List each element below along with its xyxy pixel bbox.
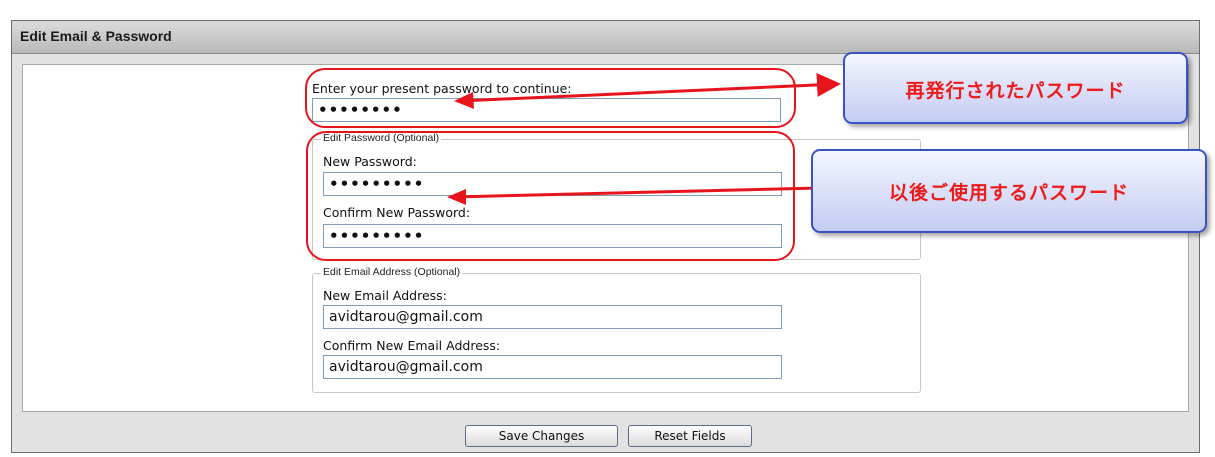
reset-fields-button[interactable]: Reset Fields [628, 425, 752, 447]
panel-title: Edit Email & Password [20, 28, 172, 44]
present-password-label: Enter your present password to continue: [312, 81, 572, 96]
panel-header: Edit Email & Password [12, 21, 1199, 54]
new-password-input[interactable] [323, 172, 782, 196]
confirm-password-label: Confirm New Password: [323, 205, 471, 220]
callout-future-text: 以後ご使用するパスワード [888, 182, 1129, 204]
edit-email-fieldset: Edit Email Address (Optional) New Email … [312, 266, 921, 393]
save-changes-button[interactable]: Save Changes [465, 425, 618, 447]
present-password-input[interactable] [312, 98, 781, 122]
callout-reissued-text: 再発行されたパスワード [905, 80, 1126, 102]
new-email-input[interactable] [323, 305, 782, 329]
new-password-label: New Password: [323, 154, 417, 169]
edit-email-legend: Edit Email Address (Optional) [321, 266, 463, 278]
callout-reissued-password: 再発行されたパスワード [843, 52, 1188, 124]
confirm-email-input[interactable] [323, 355, 782, 379]
new-email-label: New Email Address: [323, 288, 447, 303]
edit-password-legend: Edit Password (Optional) [321, 132, 442, 144]
confirm-email-label: Confirm New Email Address: [323, 338, 501, 353]
callout-future-password: 以後ご使用するパスワード [811, 149, 1207, 233]
confirm-password-input[interactable] [323, 224, 782, 248]
